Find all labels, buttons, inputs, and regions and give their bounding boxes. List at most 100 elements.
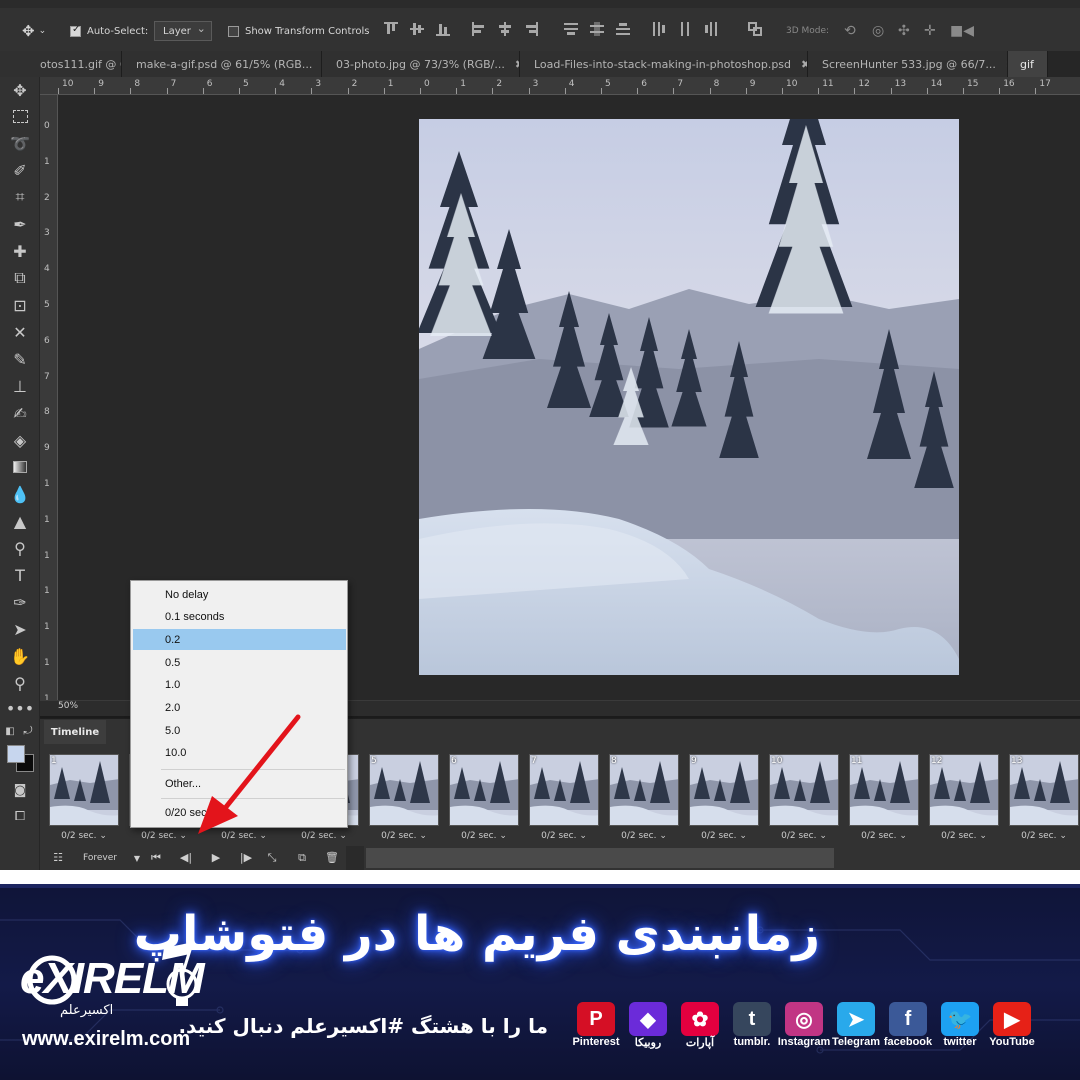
align-horizontal-center-icon[interactable] — [498, 22, 512, 36]
social-link-instagram[interactable]: ◎ Instagram — [774, 1000, 834, 1060]
social-link-twitter[interactable]: 🐦 twitter — [930, 1000, 990, 1060]
3d-pan-icon[interactable]: ✣ — [898, 20, 910, 42]
frame-delay-dropdown[interactable]: 0/2 sec. ⌄ — [926, 831, 1002, 841]
eyedropper-tool-icon[interactable]: ✒ — [9, 213, 31, 235]
brush-tool-icon[interactable]: ✎ — [9, 348, 31, 370]
blur-tool-icon[interactable]: 💧 — [9, 483, 31, 505]
more-tools-icon[interactable]: ••• — [6, 697, 34, 719]
frame-delay-dropdown[interactable]: 0/2 sec. ⌄ — [606, 831, 682, 841]
delete-frame-icon[interactable]: 🗑 — [324, 851, 340, 864]
timeline-scrollbar-thumb[interactable] — [366, 848, 834, 868]
social-link-youtube[interactable]: ▶ YouTube — [982, 1000, 1042, 1060]
sharpen-tool-icon[interactable]: ▲ — [9, 510, 31, 532]
foreground-color-swatch[interactable] — [7, 745, 25, 763]
auto-align-layers-icon[interactable] — [748, 22, 762, 36]
frame-delay-dropdown[interactable]: 0/2 sec. ⌄ — [526, 831, 602, 841]
social-link-pinterest[interactable]: P Pinterest — [566, 1000, 626, 1060]
delay-menu-item[interactable]: 0.5 — [133, 652, 346, 673]
timeline-frame[interactable]: 10 0/2 sec. ⌄ — [766, 748, 842, 844]
tab-load-files[interactable]: Load-Files-into-stack-making-in-photosho… — [520, 51, 808, 77]
bandage-tool-icon[interactable]: ⧉ — [9, 267, 31, 289]
dodge-tool-icon[interactable]: ⚲ — [9, 537, 31, 559]
auto-select-checkbox[interactable] — [70, 24, 81, 37]
frame-thumbnail[interactable] — [529, 754, 599, 826]
align-bottom-icon[interactable] — [436, 22, 450, 36]
social-link-tumblr[interactable]: t tumblr. — [722, 1000, 782, 1060]
3d-slide-icon[interactable]: ✛ — [924, 20, 936, 42]
timeline-frame[interactable]: 13 0/2 sec. ⌄ — [1006, 748, 1080, 844]
frame-thumbnail[interactable] — [49, 754, 119, 826]
content-aware-move-icon[interactable]: ✕ — [9, 321, 31, 343]
distribute-horizontal-center-icon[interactable] — [678, 22, 692, 36]
frame-delay-dropdown[interactable]: 0/2 sec. ⌄ — [446, 831, 522, 841]
pen-tool-icon[interactable]: ✑ — [9, 591, 31, 613]
3d-scale-icon[interactable]: ■◀ — [950, 20, 974, 42]
tab-gif-active[interactable]: gif — [1008, 51, 1048, 77]
social-link-rubika[interactable]: ◆ روبیکا — [618, 1000, 678, 1060]
social-link-aparat[interactable]: ✿ آپارات — [670, 1000, 730, 1060]
distribute-vertical-center-icon[interactable] — [590, 22, 604, 36]
align-right-icon[interactable] — [524, 22, 538, 36]
gradient-tool-icon[interactable] — [9, 456, 31, 478]
patch-tool-icon[interactable]: ⊡ — [9, 294, 31, 316]
frame-delay-dropdown[interactable]: 0/2 sec. ⌄ — [846, 831, 922, 841]
lasso-tool-icon[interactable]: ➰ — [9, 132, 31, 154]
quick-mask-icon[interactable]: ◙ — [9, 779, 31, 801]
distribute-right-icon[interactable] — [704, 22, 718, 36]
tab-make-a-gif[interactable]: make-a-gif.psd @ 61/5% (RGB...✖ — [122, 51, 322, 77]
delay-menu-item[interactable]: 1.0 — [133, 675, 346, 696]
timeline-frame[interactable]: 8 0/2 sec. ⌄ — [606, 748, 682, 844]
timeline-frame[interactable]: 6 0/2 sec. ⌄ — [446, 748, 522, 844]
auto-select-option[interactable]: Auto-Select: — [70, 20, 148, 42]
default-colors-icon[interactable]: ◧ — [4, 720, 16, 742]
eraser-tool-icon[interactable]: ◈ — [9, 429, 31, 451]
delay-menu-item[interactable]: 0.2 — [133, 629, 346, 651]
tab-otos111[interactable]: otos111.gif @ 6...✖ — [0, 51, 122, 77]
tab-03-photo[interactable]: 03-photo.jpg @ 73/3% (RGB/...✖ — [322, 51, 520, 77]
quick-selection-tool-icon[interactable]: ✐ — [9, 159, 31, 181]
move-tool-icon[interactable]: ✥ — [9, 79, 31, 101]
screen-mode-icon[interactable]: ⧠ — [9, 805, 31, 827]
zoom-tool-icon[interactable]: ⚲ — [9, 672, 31, 694]
play-icon[interactable]: ▶ — [208, 851, 224, 864]
frame-thumbnail[interactable] — [449, 754, 519, 826]
crop-tool-icon[interactable]: ⌗ — [9, 186, 31, 208]
previous-frame-icon[interactable]: ◀| — [178, 851, 194, 864]
distribute-top-icon[interactable] — [564, 22, 578, 36]
3d-orbit-icon[interactable]: ⟲ — [844, 20, 856, 42]
timeline-frame[interactable]: 11 0/2 sec. ⌄ — [846, 748, 922, 844]
delay-menu-item[interactable]: No delay — [133, 584, 346, 605]
delay-menu-item[interactable]: 0.1 seconds — [133, 607, 346, 628]
next-frame-icon[interactable]: |▶ — [238, 851, 254, 864]
frame-delay-dropdown[interactable]: 0/2 sec. ⌄ — [366, 831, 442, 841]
swap-colors-icon[interactable]: ⤾ — [22, 720, 34, 742]
transform-controls-option[interactable]: Show Transform Controls — [228, 20, 369, 42]
scrollbar-left-arrow[interactable] — [346, 846, 364, 870]
frame-delay-dropdown[interactable]: 0/2 sec. ⌄ — [766, 831, 842, 841]
frame-delay-dropdown[interactable]: 0/2 sec. ⌄ — [46, 831, 122, 841]
tab-timeline[interactable]: Timeline — [44, 720, 106, 744]
path-selection-tool-icon[interactable]: ➤ — [9, 618, 31, 640]
timeline-frame[interactable]: 7 0/2 sec. ⌄ — [526, 748, 602, 844]
close-icon[interactable]: ✖ — [801, 58, 807, 71]
auto-select-target-dropdown[interactable]: Layer — [154, 20, 212, 42]
align-vertical-center-icon[interactable] — [410, 22, 424, 36]
distribute-bottom-icon[interactable] — [616, 22, 630, 36]
frame-delay-dropdown[interactable]: 0/2 sec. ⌄ — [1006, 831, 1080, 841]
frame-delay-dropdown[interactable]: 0/2 sec. ⌄ — [686, 831, 762, 841]
clone-stamp-tool-icon[interactable]: ⊥ — [9, 375, 31, 397]
frame-thumbnail[interactable] — [609, 754, 679, 826]
frame-thumbnail[interactable] — [689, 754, 759, 826]
transform-controls-checkbox[interactable] — [228, 25, 239, 37]
convert-to-video-timeline-icon[interactable]: ☷ — [50, 851, 66, 864]
3d-roll-icon[interactable]: ◎ — [872, 20, 884, 42]
move-tool-options-icon[interactable]: ✥ ⌄ — [22, 20, 46, 42]
website-url[interactable]: www.exirelm.com — [22, 1028, 190, 1051]
zoom-level[interactable]: 50% — [58, 701, 78, 711]
duplicate-frame-icon[interactable]: ⧉ — [294, 851, 310, 865]
auto-select-target-value[interactable]: Layer — [154, 21, 212, 41]
marquee-tool-icon[interactable] — [9, 105, 31, 127]
loop-options-dropdown[interactable]: Forever ▼ — [76, 846, 140, 870]
timeline-frame[interactable]: 12 0/2 sec. ⌄ — [926, 748, 1002, 844]
social-link-telegram[interactable]: ➤ Telegram — [826, 1000, 886, 1060]
